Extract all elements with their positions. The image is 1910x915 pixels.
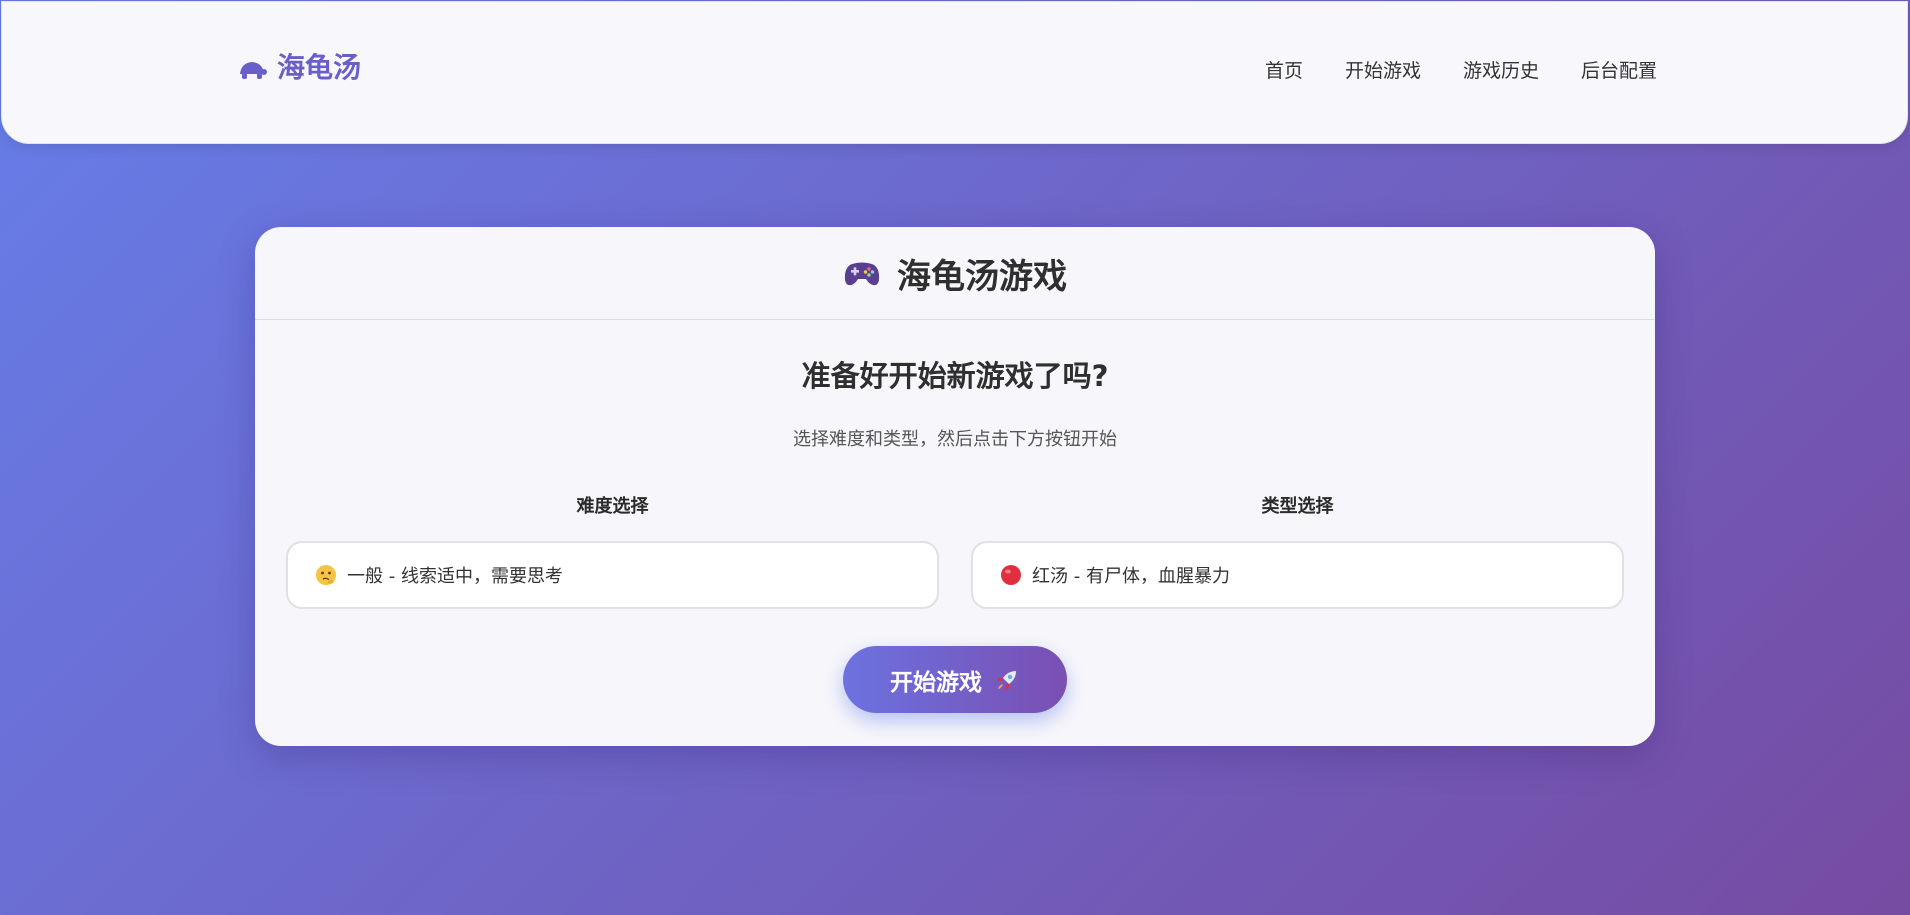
ready-heading: 准备好开始新游戏了吗? (801, 359, 1109, 393)
nav-link-home[interactable]: 首页 (1265, 60, 1303, 83)
difficulty-selected-value: 一般 - 线索适中，需要思考 (347, 566, 563, 587)
start-game-button[interactable]: 开始游戏 (843, 646, 1067, 713)
nav-link-admin-config[interactable]: 后台配置 (1581, 60, 1657, 83)
game-card: 海龟汤游戏 准备好开始新游戏了吗? 选择难度和类型，然后点击下方按钮开始 难度选… (255, 227, 1655, 746)
nav-link-start-game[interactable]: 开始游戏 (1345, 60, 1421, 83)
type-selected-value: 红汤 - 有尸体，血腥暴力 (1032, 566, 1230, 587)
brand-logo[interactable]: 海龟汤 (237, 54, 361, 82)
nav-link-game-history[interactable]: 游戏历史 (1463, 60, 1539, 83)
card-title: 海龟汤游戏 (897, 256, 1067, 297)
card-header: 海龟汤游戏 (255, 227, 1655, 320)
turtle-icon (240, 62, 267, 79)
nav-links: 首页 开始游戏 游戏历史 后台配置 (1265, 60, 1657, 83)
type-select[interactable]: 红汤 - 有尸体，血腥暴力 (971, 541, 1624, 609)
start-game-label: 开始游戏 (890, 668, 982, 695)
brand-name: 海龟汤 (277, 51, 362, 84)
selectors: 难度选择 一般 - 线索适中，需要思考 类型选择 红汤 - 有尸体，血腥暴力 (286, 492, 1624, 609)
difficulty-label: 难度选择 (576, 496, 649, 517)
rocket-icon (997, 670, 1016, 690)
type-label: 类型选择 (1261, 496, 1334, 517)
type-selector: 类型选择 红汤 - 有尸体，血腥暴力 (971, 492, 1624, 609)
ready-subtitle: 选择难度和类型，然后点击下方按钮开始 (793, 429, 1117, 450)
top-navbar: 海龟汤 首页 开始游戏 游戏历史 后台配置 (1, 1, 1908, 144)
difficulty-select[interactable]: 一般 - 线索适中，需要思考 (286, 541, 939, 609)
difficulty-selector: 难度选择 一般 - 线索适中，需要思考 (286, 492, 939, 609)
gamepad-icon (844, 262, 880, 286)
thinking-face-icon (316, 565, 336, 585)
red-circle-icon (1001, 565, 1021, 585)
